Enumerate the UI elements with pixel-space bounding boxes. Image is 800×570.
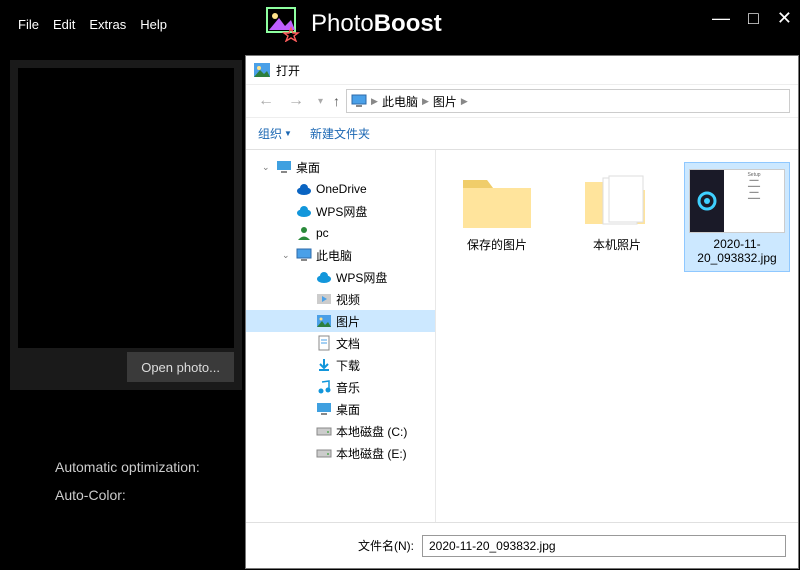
menubar: File Edit Extras Help bbox=[0, 13, 185, 36]
folder-icon bbox=[459, 168, 535, 232]
breadcrumb[interactable]: ▶ 此电脑 ▶ 图片 ▶ bbox=[346, 89, 790, 113]
chevron-right-icon: ▶ bbox=[461, 96, 468, 107]
tree-item-label: 本地磁盘 (E:) bbox=[336, 445, 407, 462]
image-thumbnail: Setup━━━━━━━━━━━━━━ bbox=[689, 169, 785, 233]
menu-file[interactable]: File bbox=[12, 13, 45, 36]
new-folder-button[interactable]: 新建文件夹 bbox=[310, 125, 370, 142]
titlebar: File Edit Extras Help PhotoBoost — □ ✕ bbox=[0, 0, 800, 48]
music-icon bbox=[316, 379, 332, 395]
picture-icon bbox=[254, 63, 270, 77]
video-icon bbox=[316, 291, 332, 307]
pc-icon bbox=[351, 94, 367, 108]
cloud-blue2-icon bbox=[296, 203, 312, 219]
organize-button[interactable]: 组织 ▼ bbox=[258, 125, 292, 142]
dialog-navbar: ← → ▾ ↑ ▶ 此电脑 ▶ 图片 ▶ bbox=[246, 84, 798, 118]
nav-back-icon[interactable]: ← bbox=[254, 92, 278, 110]
breadcrumb-item[interactable]: 此电脑 bbox=[382, 93, 418, 110]
cloud-blue-icon bbox=[296, 181, 312, 197]
tree-item[interactable]: 下载 bbox=[246, 354, 435, 376]
nav-up-icon[interactable]: ↑ bbox=[333, 93, 340, 109]
tree-item[interactable]: OneDrive bbox=[246, 178, 435, 200]
desktop-icon bbox=[316, 401, 332, 417]
tree-item[interactable]: 本地磁盘 (C:) bbox=[246, 420, 435, 442]
tree-item-label: pc bbox=[316, 226, 329, 240]
tree-item-label: 桌面 bbox=[336, 401, 360, 418]
dialog-title: 打开 bbox=[276, 62, 300, 79]
user-icon bbox=[296, 225, 312, 241]
tree-item[interactable]: ⌄ 此电脑 bbox=[246, 244, 435, 266]
tree-item-label: 本地磁盘 (C:) bbox=[336, 423, 407, 440]
docs-icon bbox=[316, 335, 332, 351]
tree-item[interactable]: ⌄ 桌面 bbox=[246, 156, 435, 178]
menu-help[interactable]: Help bbox=[134, 13, 173, 36]
tree-item-label: 桌面 bbox=[296, 159, 320, 176]
cloud-blue2-icon bbox=[316, 269, 332, 285]
file-list[interactable]: 保存的图片 本机照片 Setup━━━━━━━━━━━━━━ 2020-11-20_0… bbox=[436, 150, 798, 522]
close-button[interactable]: ✕ bbox=[777, 8, 792, 29]
expand-icon[interactable]: ⌄ bbox=[282, 250, 292, 261]
tree-item[interactable]: WPS网盘 bbox=[246, 266, 435, 288]
minimize-button[interactable]: — bbox=[712, 8, 730, 29]
tree-item[interactable]: pc bbox=[246, 222, 435, 244]
tree-item-label: WPS网盘 bbox=[316, 203, 367, 220]
maximize-button[interactable]: □ bbox=[748, 8, 759, 29]
preview-canvas bbox=[18, 68, 234, 348]
tree-item[interactable]: 文档 bbox=[246, 332, 435, 354]
pictures-icon bbox=[316, 313, 332, 329]
tree-item-label: 文档 bbox=[336, 335, 360, 352]
tree-item[interactable]: 音乐 bbox=[246, 376, 435, 398]
dialog-toolbar: 组织 ▼ 新建文件夹 bbox=[246, 118, 798, 150]
tree-item-label: WPS网盘 bbox=[336, 269, 387, 286]
tree-item[interactable]: 桌面 bbox=[246, 398, 435, 420]
tree-item[interactable]: WPS网盘 bbox=[246, 200, 435, 222]
downloads-icon bbox=[316, 357, 332, 373]
folder-item[interactable]: 本机照片 bbox=[564, 162, 670, 259]
options-panel: Automatic optimization: Auto-Color: bbox=[55, 453, 200, 509]
filename-input[interactable] bbox=[422, 535, 786, 557]
tree-item-label: 视频 bbox=[336, 291, 360, 308]
folder-open-icon bbox=[579, 168, 655, 232]
drive-icon bbox=[316, 423, 332, 439]
menu-extras[interactable]: Extras bbox=[83, 13, 132, 36]
option-auto-color-label: Auto-Color: bbox=[55, 481, 200, 509]
folder-tree[interactable]: ⌄桌面OneDriveWPS网盘pc⌄此电脑WPS网盘视频图片文档下载音乐桌面本… bbox=[246, 150, 436, 522]
file-item[interactable]: Setup━━━━━━━━━━━━━━ 2020-11-20_093832.jpg bbox=[684, 162, 790, 272]
dialog-titlebar: 打开 bbox=[246, 56, 798, 84]
chevron-right-icon: ▶ bbox=[422, 96, 429, 107]
expand-icon[interactable]: ⌄ bbox=[262, 162, 272, 173]
dialog-body: ⌄桌面OneDriveWPS网盘pc⌄此电脑WPS网盘视频图片文档下载音乐桌面本… bbox=[246, 150, 798, 522]
chevron-down-icon: ▼ bbox=[284, 129, 292, 138]
dialog-footer: 文件名(N): bbox=[246, 522, 798, 568]
tree-item[interactable]: 视频 bbox=[246, 288, 435, 310]
app-title: PhotoBoost bbox=[311, 10, 442, 38]
tree-item[interactable]: 图片 bbox=[246, 310, 435, 332]
breadcrumb-item[interactable]: 图片 bbox=[433, 93, 457, 110]
chevron-right-icon: ▶ bbox=[371, 96, 378, 107]
tree-item[interactable]: 本地磁盘 (E:) bbox=[246, 442, 435, 464]
desktop-icon bbox=[276, 159, 292, 175]
pc-icon bbox=[296, 247, 312, 263]
open-photo-button[interactable]: Open photo... bbox=[127, 352, 234, 382]
item-label: 本机照片 bbox=[593, 236, 641, 253]
item-label: 2020-11-20_093832.jpg bbox=[687, 237, 787, 265]
nav-forward-icon[interactable]: → bbox=[284, 92, 308, 110]
item-label: 保存的图片 bbox=[467, 236, 527, 253]
nav-history-icon[interactable]: ▾ bbox=[314, 96, 327, 107]
tree-item-label: 下载 bbox=[336, 357, 360, 374]
tree-item-label: 图片 bbox=[336, 313, 360, 330]
app-logo-icon bbox=[265, 6, 301, 42]
window-controls: — □ ✕ bbox=[712, 8, 792, 29]
tree-item-label: OneDrive bbox=[316, 182, 367, 196]
menu-edit[interactable]: Edit bbox=[47, 13, 81, 36]
drive-icon bbox=[316, 445, 332, 461]
preview-panel: Open photo... bbox=[10, 60, 242, 390]
filename-label: 文件名(N): bbox=[358, 537, 414, 554]
option-auto-optimization-label: Automatic optimization: bbox=[55, 453, 200, 481]
tree-item-label: 音乐 bbox=[336, 379, 360, 396]
tree-item-label: 此电脑 bbox=[316, 247, 352, 264]
open-file-dialog: 打开 ← → ▾ ↑ ▶ 此电脑 ▶ 图片 ▶ 组织 ▼ 新建文件夹 ⌄ 桌面 On… bbox=[245, 55, 799, 569]
app-logo-area: PhotoBoost bbox=[265, 6, 442, 42]
folder-item[interactable]: 保存的图片 bbox=[444, 162, 550, 259]
